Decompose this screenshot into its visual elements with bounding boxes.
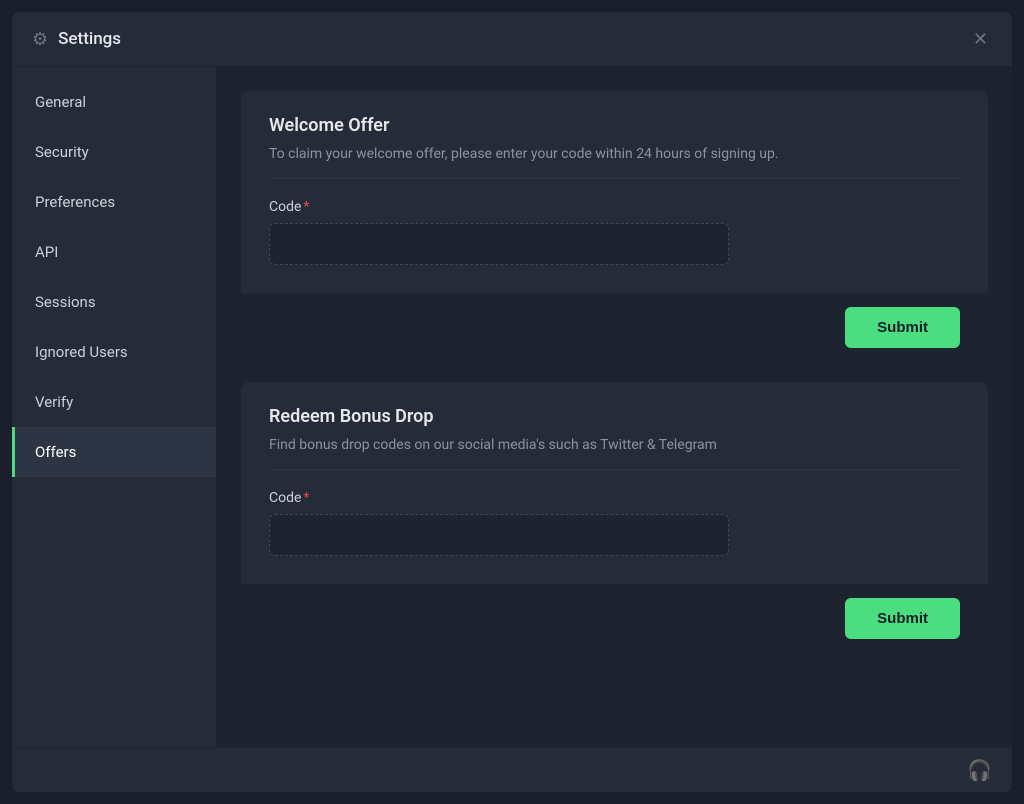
sidebar-item-sessions[interactable]: Sessions xyxy=(12,277,216,327)
welcome-offer-card-footer: Submit xyxy=(241,293,988,362)
sidebar-item-verify[interactable]: Verify xyxy=(12,377,216,427)
footer-bar: 🎧 xyxy=(12,747,1012,792)
sidebar-item-ignored-users[interactable]: Ignored Users xyxy=(12,327,216,377)
bonus-drop-code-label: Code* xyxy=(269,490,960,506)
bonus-drop-submit-button[interactable]: Submit xyxy=(845,598,960,639)
sidebar-item-general[interactable]: General xyxy=(12,77,216,127)
welcome-offer-card: Welcome Offer To claim your welcome offe… xyxy=(241,91,988,362)
title-bar: ⚙ Settings ✕ xyxy=(12,12,1012,67)
required-star-2: * xyxy=(303,490,309,506)
bonus-drop-card: Redeem Bonus Drop Find bonus drop codes … xyxy=(241,382,988,653)
sidebar-item-preferences[interactable]: Preferences xyxy=(12,177,216,227)
welcome-offer-card-body: Welcome Offer To claim your welcome offe… xyxy=(241,91,988,293)
settings-window: ⚙ Settings ✕ General Security Preference… xyxy=(12,12,1012,792)
window-title: Settings xyxy=(58,29,121,49)
bonus-drop-card-body: Redeem Bonus Drop Find bonus drop codes … xyxy=(241,382,988,584)
sidebar-item-offers[interactable]: Offers xyxy=(12,427,216,477)
bonus-drop-code-input[interactable] xyxy=(269,514,729,556)
welcome-offer-code-label: Code* xyxy=(269,199,960,215)
bonus-drop-title: Redeem Bonus Drop xyxy=(269,406,960,427)
headset-icon: 🎧 xyxy=(967,758,992,782)
main-content: Welcome Offer To claim your welcome offe… xyxy=(217,67,1012,747)
sidebar-item-security[interactable]: Security xyxy=(12,127,216,177)
welcome-offer-code-input[interactable] xyxy=(269,223,729,265)
welcome-offer-description: To claim your welcome offer, please ente… xyxy=(269,146,960,179)
welcome-offer-title: Welcome Offer xyxy=(269,115,960,136)
title-bar-left: ⚙ Settings xyxy=(32,29,121,50)
window-body: General Security Preferences API Session… xyxy=(12,67,1012,747)
required-star: * xyxy=(303,199,309,215)
gear-icon: ⚙ xyxy=(32,29,48,50)
sidebar-item-api[interactable]: API xyxy=(12,227,216,277)
close-button[interactable]: ✕ xyxy=(969,26,992,52)
welcome-offer-submit-button[interactable]: Submit xyxy=(845,307,960,348)
bonus-drop-card-footer: Submit xyxy=(241,584,988,653)
sidebar: General Security Preferences API Session… xyxy=(12,67,217,747)
bonus-drop-description: Find bonus drop codes on our social medi… xyxy=(269,437,960,470)
